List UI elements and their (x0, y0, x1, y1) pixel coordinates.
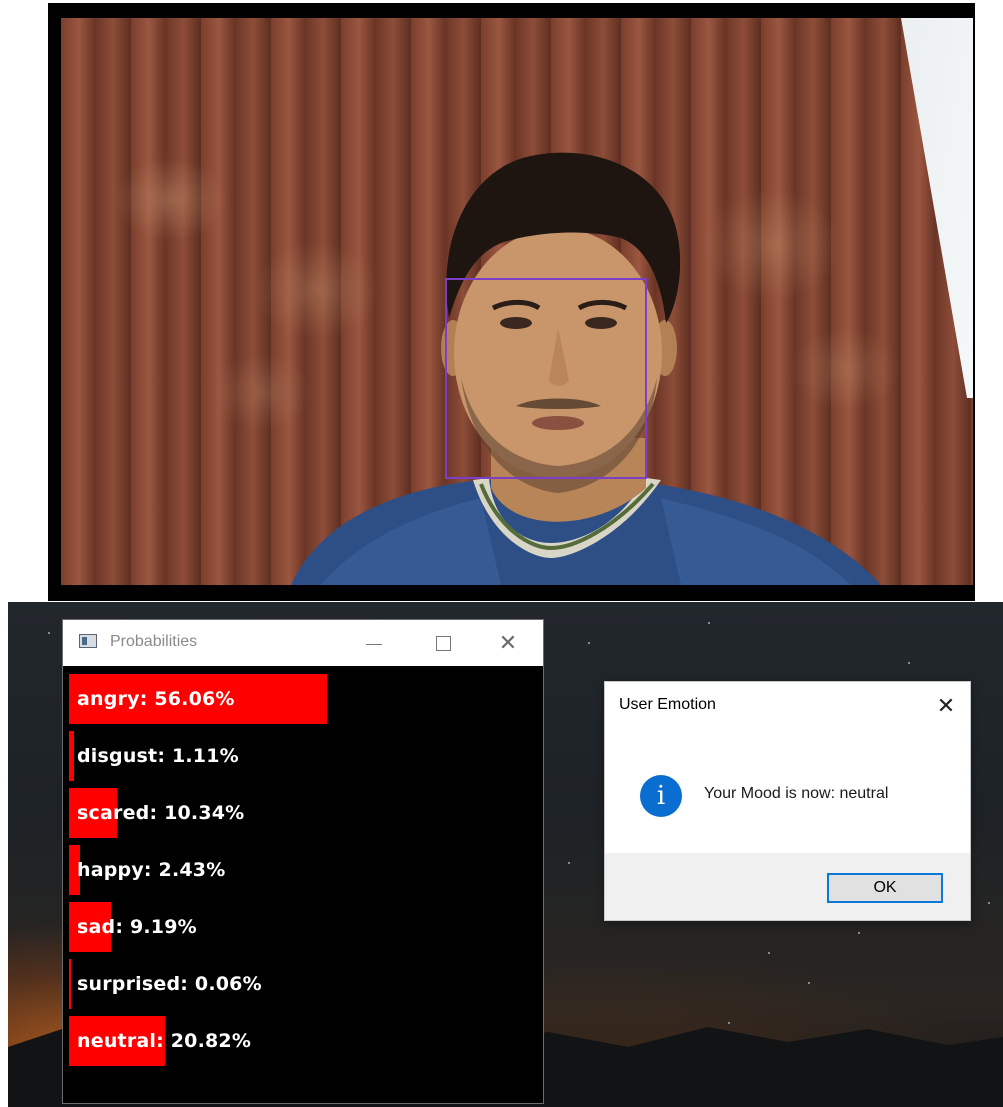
minimize-button[interactable] (350, 620, 396, 666)
probability-label: happy: 2.43% (77, 859, 226, 881)
ok-button[interactable]: OK (827, 873, 943, 903)
star (568, 862, 570, 864)
probability-label: scared: 10.34% (77, 802, 245, 824)
star (708, 622, 710, 624)
probability-label: disgust: 1.11% (77, 745, 239, 767)
dialog-title: User Emotion (619, 696, 716, 713)
probability-bar (69, 959, 71, 1009)
face-detection-box (445, 278, 647, 479)
star (48, 632, 50, 634)
probability-label: surprised: 0.06% (77, 973, 262, 995)
star (858, 932, 860, 934)
info-icon: i (640, 775, 682, 817)
star (588, 642, 590, 644)
dialog-footer: OK (605, 853, 970, 920)
star (768, 952, 770, 954)
probability-row: scared: 10.34% (63, 780, 543, 838)
probability-row: sad: 9.19% (63, 894, 543, 952)
probabilities-titlebar[interactable]: Probabilities ✕ (63, 620, 543, 666)
app-window-icon (79, 634, 97, 648)
probability-row: happy: 2.43% (63, 837, 543, 895)
probabilities-window: Probabilities ✕ angry: 56.06% disgust: 1.… (62, 619, 544, 1104)
maximize-button[interactable] (420, 620, 466, 666)
probability-bar (69, 731, 74, 781)
probability-row: angry: 56.06% (63, 666, 543, 724)
star (908, 662, 910, 664)
probability-label: sad: 9.19% (77, 916, 197, 938)
probability-row: neutral: 20.82% (63, 1008, 543, 1066)
dialog-message: Your Mood is now: neutral (704, 785, 889, 802)
close-icon[interactable]: ✕ (928, 688, 964, 724)
probability-label: neutral: 20.82% (77, 1030, 252, 1052)
star (808, 982, 810, 984)
webcam-feed (61, 18, 973, 585)
window-title: Probabilities (110, 633, 198, 650)
close-icon[interactable]: ✕ (485, 620, 531, 666)
probability-label: angry: 56.06% (77, 688, 235, 710)
user-emotion-dialog: User Emotion ✕ i Your Mood is now: neutr… (604, 681, 971, 921)
star (988, 902, 990, 904)
webcam-window (48, 3, 975, 601)
probability-row: surprised: 0.06% (63, 951, 543, 1009)
probability-row: disgust: 1.11% (63, 723, 543, 781)
